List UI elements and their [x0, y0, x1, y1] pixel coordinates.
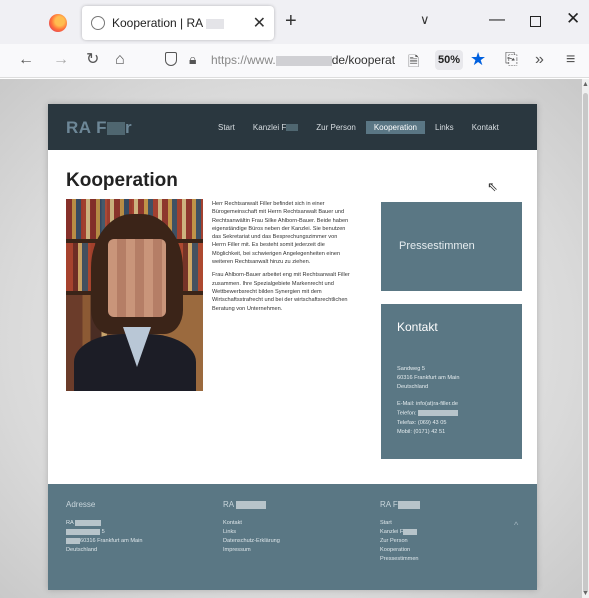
nav-kanzlei[interactable]: Kanzlei F	[245, 121, 306, 134]
nav-toolbar: ← → ↻ ⌂ 🔒︎ https://www.de/kooperatio 🗎︎ …	[0, 44, 589, 78]
tracking-shield-icon[interactable]	[165, 52, 177, 66]
tab-title: Kooperation | RA	[112, 16, 224, 30]
footer-link-kanzlei[interactable]: Kanzlei F	[380, 528, 420, 537]
url-bar[interactable]: 🔒︎ https://www.de/kooperatio 🗎︎ 50%	[155, 48, 468, 74]
footer-link-datenschutz[interactable]: Datenschutz-Erklärung	[223, 537, 280, 546]
site-header: RA Fr Start Kanzlei F Zur Person Koopera…	[48, 104, 537, 150]
paragraph-2: Frau Ahlborn-Bauer arbeitet eng mit Rech…	[212, 272, 350, 312]
footer-address: Adresse RA 5 60316 Frankfurt am Main Deu…	[66, 500, 143, 555]
contact-phone: Telefon:	[397, 410, 459, 416]
main-nav: Start Kanzlei F Zur Person Kooperation L…	[210, 121, 509, 134]
new-tab-button[interactable]: +	[285, 10, 297, 33]
vertical-scrollbar[interactable]: ▲ ▼	[582, 79, 589, 598]
menu-icon[interactable]: ≡	[566, 50, 575, 70]
footer-col3-heading: RA F	[380, 500, 420, 509]
website: RA Fr Start Kanzlei F Zur Person Koopera…	[48, 104, 537, 590]
contact-fax: Telefax: (069) 43 05	[397, 420, 447, 426]
contact-country: Deutschland	[397, 384, 429, 390]
footer-link-start[interactable]: Start	[380, 519, 420, 528]
tab-favicon-icon	[91, 16, 105, 30]
footer-address-line: 60316 Frankfurt am Main	[66, 537, 143, 546]
nav-zur-person[interactable]: Zur Person	[308, 121, 364, 134]
footer-address-heading: Adresse	[66, 500, 96, 509]
footer-link-kontakt[interactable]: Kontakt	[223, 519, 280, 528]
firefox-logo-icon[interactable]	[49, 14, 67, 32]
contact-city: 60316 Frankfurt am Main	[397, 375, 460, 381]
paragraph-1: Herr Rechtsanwalt Filler befindet sich i…	[212, 201, 349, 266]
nav-kooperation[interactable]: Kooperation	[365, 121, 425, 134]
reload-icon[interactable]: ↻	[86, 50, 99, 70]
footer-link-impressum[interactable]: Impressum	[223, 546, 280, 555]
nav-start[interactable]: Start	[210, 121, 243, 134]
minimize-button[interactable]: —	[489, 11, 505, 29]
footer-link-zur-person[interactable]: Zur Person	[380, 537, 420, 546]
zoom-level[interactable]: 50%	[435, 50, 463, 70]
contact-box: Kontakt Sandweg 5 60316 Frankfurt am Mai…	[381, 304, 522, 459]
active-tab[interactable]: Kooperation | RA ✕	[82, 6, 274, 40]
press-box-label: Pressestimmen	[399, 240, 475, 252]
site-logo[interactable]: RA Fr	[66, 118, 132, 138]
bookmark-star-icon[interactable]: ★	[470, 49, 486, 69]
press-box[interactable]: Pressestimmen	[381, 202, 522, 291]
list-tabs-icon[interactable]: ∨	[420, 12, 430, 28]
body-text: Herr Rechtsanwalt Filler befindet sich i…	[212, 200, 352, 318]
footer-address-line: RA	[66, 519, 143, 528]
tab-bar: Kooperation | RA ✕ + ∨ — ✕	[0, 0, 589, 44]
footer-link-pressestimmen[interactable]: Pressestimmen	[380, 555, 420, 564]
page-title: Kooperation	[66, 170, 178, 191]
contact-mobile: Mobil: (0171) 42 51	[397, 429, 446, 435]
forward-icon[interactable]: →	[53, 50, 69, 70]
site-footer: Adresse RA 5 60316 Frankfurt am Main Deu…	[48, 484, 537, 590]
footer-address-line: 5	[66, 528, 143, 537]
close-window-button[interactable]: ✕	[566, 9, 580, 29]
scroll-up-icon[interactable]: ▲	[582, 81, 589, 88]
lock-icon[interactable]: 🔒︎	[189, 51, 196, 68]
footer-address-line: Deutschland	[66, 547, 98, 553]
maximize-button[interactable]	[530, 16, 541, 27]
contact-heading: Kontakt	[397, 320, 438, 334]
back-icon[interactable]: ←	[18, 50, 34, 70]
footer-link-links[interactable]: Links	[223, 528, 280, 537]
contact-email[interactable]: E-Mail: info(at)ra-filler.de	[397, 401, 458, 407]
url-text[interactable]: https://www.de/kooperatio	[211, 53, 395, 67]
close-tab-icon[interactable]: ✕	[253, 13, 266, 33]
overflow-icon[interactable]: »	[535, 50, 544, 70]
scroll-down-icon[interactable]: ▼	[582, 590, 589, 597]
extensions-icon[interactable]: ⎘	[505, 50, 518, 70]
footer-links-col: RA Kontakt Links Datenschutz-Erklärung I…	[223, 500, 280, 555]
contact-street: Sandweg 5	[397, 366, 425, 372]
scroll-to-top-icon[interactable]: ^	[514, 520, 518, 530]
nav-links[interactable]: Links	[427, 121, 462, 134]
scrollbar-thumb[interactable]	[583, 93, 588, 593]
footer-col2-heading: RA	[223, 500, 280, 509]
home-icon[interactable]: ⌂	[115, 50, 125, 70]
footer-link-kooperation[interactable]: Kooperation	[380, 546, 420, 555]
mouse-cursor-icon: ⇖	[487, 179, 498, 194]
portrait-photo	[66, 199, 203, 391]
footer-nav-col: RA F Start Kanzlei F Zur Person Kooperat…	[380, 500, 420, 564]
nav-kontakt[interactable]: Kontakt	[464, 121, 507, 134]
page-viewport: RA Fr Start Kanzlei F Zur Person Koopera…	[0, 79, 582, 598]
reader-view-icon[interactable]: 🗎︎	[408, 51, 419, 75]
